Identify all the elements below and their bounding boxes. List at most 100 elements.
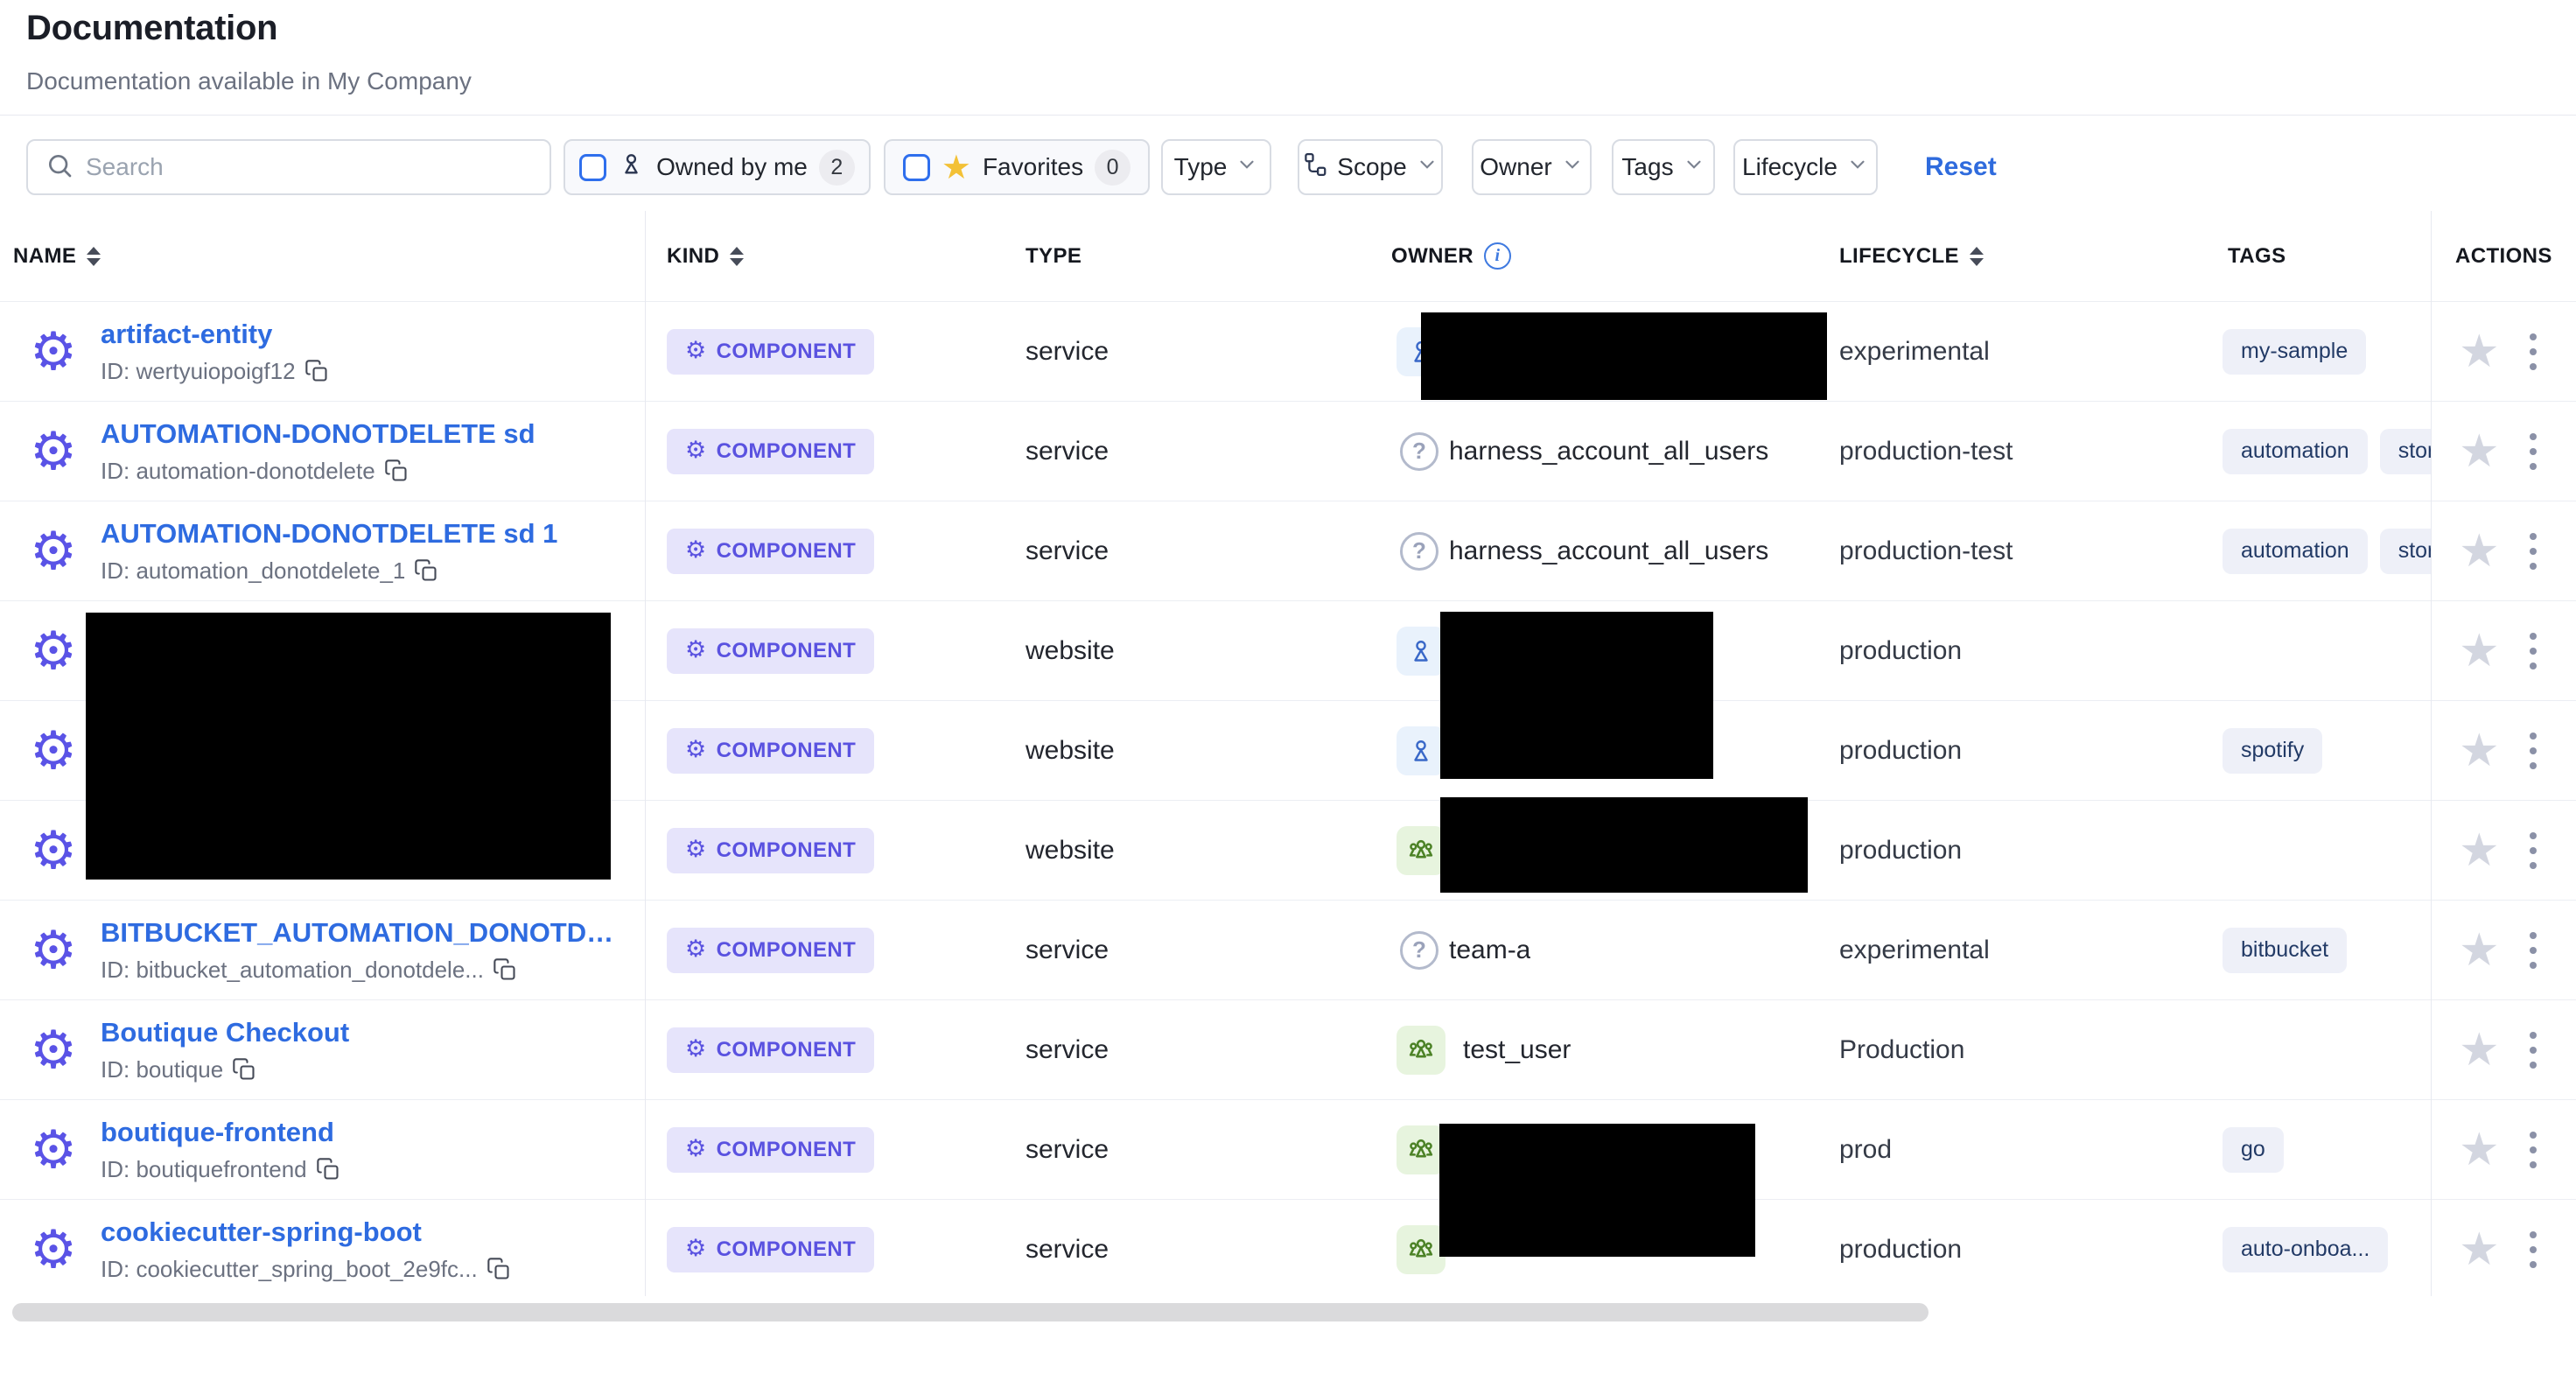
kebab-menu-icon[interactable] xyxy=(2524,428,2542,475)
redaction-block xyxy=(1440,797,1808,893)
entity-name-link[interactable]: BITBUCKET_AUTOMATION_DONOTDELE... xyxy=(101,917,626,949)
entity-name-link[interactable]: AUTOMATION-DONOTDELETE sd 1 xyxy=(101,518,557,550)
kebab-menu-icon[interactable] xyxy=(2524,528,2542,575)
type-value: website xyxy=(1026,836,1115,866)
favorite-star-icon[interactable] xyxy=(2459,628,2500,674)
type-value: service xyxy=(1026,1135,1109,1165)
favorites-filter[interactable]: Favorites 0 xyxy=(884,139,1150,195)
copy-icon[interactable] xyxy=(414,558,438,583)
type-value: service xyxy=(1026,536,1109,566)
kind-label: COMPONENT xyxy=(717,838,857,863)
owner-filter[interactable]: Owner xyxy=(1472,139,1592,195)
lifecycle-value: prod xyxy=(1839,1135,1892,1165)
type-value: service xyxy=(1026,1035,1109,1065)
kebab-menu-icon[interactable] xyxy=(2524,1027,2542,1074)
horizontal-scrollbar[interactable] xyxy=(12,1303,1928,1321)
favorite-star-icon[interactable] xyxy=(2459,329,2500,375)
favorite-star-icon[interactable] xyxy=(2459,1127,2500,1173)
tag-chip: spotify xyxy=(2222,728,2322,774)
column-header-lifecycle[interactable]: LIFECYCLE xyxy=(1829,211,2205,301)
entity-name-link[interactable]: Boutique Checkout xyxy=(101,1017,349,1048)
copy-icon[interactable] xyxy=(486,1257,511,1281)
search-box[interactable] xyxy=(26,139,551,195)
favorites-label: Favorites xyxy=(983,153,1083,181)
owned-by-me-count: 2 xyxy=(819,150,855,186)
favorite-star-icon[interactable] xyxy=(2459,928,2500,973)
favorite-star-icon[interactable] xyxy=(2459,828,2500,873)
entity-name-link[interactable]: boutique-frontend xyxy=(101,1117,340,1148)
type-filter[interactable]: Type xyxy=(1161,139,1271,195)
column-header-kind[interactable]: KIND xyxy=(645,211,1018,301)
sort-icon[interactable] xyxy=(1970,247,1984,266)
kebab-menu-icon[interactable] xyxy=(2524,627,2542,675)
kind-chip: COMPONENT xyxy=(667,329,874,375)
header-divider xyxy=(0,115,2576,116)
gear-icon xyxy=(685,838,707,863)
component-gear-icon xyxy=(29,926,78,975)
entity-name-link[interactable]: AUTOMATION-DONOTDELETE sd xyxy=(101,418,536,450)
redaction-block xyxy=(1421,312,1827,400)
scope-filter[interactable]: Scope xyxy=(1298,139,1443,195)
copy-icon[interactable] xyxy=(316,1157,340,1181)
kebab-menu-icon[interactable] xyxy=(2524,927,2542,974)
kind-chip: COMPONENT xyxy=(667,928,874,973)
owner-filter-label: Owner xyxy=(1480,153,1551,181)
table-row: boutique-frontend ID: boutiquefrontend C… xyxy=(0,1100,2576,1200)
reset-button[interactable]: Reset xyxy=(1925,139,1997,195)
search-icon xyxy=(46,151,74,184)
copy-icon[interactable] xyxy=(384,459,409,483)
kebab-menu-icon[interactable] xyxy=(2524,1226,2542,1273)
kind-chip: COMPONENT xyxy=(667,828,874,873)
entity-name-link[interactable]: cookiecutter-spring-boot xyxy=(101,1216,511,1248)
favorite-star-icon[interactable] xyxy=(2459,529,2500,574)
kind-label: COMPONENT xyxy=(717,340,857,364)
favorite-star-icon[interactable] xyxy=(2459,728,2500,774)
user-icon xyxy=(618,151,645,184)
favorites-checkbox[interactable] xyxy=(903,154,930,181)
component-gear-icon xyxy=(29,1125,78,1174)
kind-label: COMPONENT xyxy=(717,1138,857,1162)
type-value: website xyxy=(1026,636,1115,666)
component-gear-icon xyxy=(29,427,78,476)
lifecycle-filter-label: Lifecycle xyxy=(1742,153,1838,181)
owner-name: test_user xyxy=(1463,1035,1571,1065)
kebab-menu-icon[interactable] xyxy=(2524,1126,2542,1174)
page-subtitle: Documentation available in My Company xyxy=(26,67,472,95)
sort-icon[interactable] xyxy=(730,247,744,266)
kebab-menu-icon[interactable] xyxy=(2524,827,2542,874)
column-header-actions: ACTIONS xyxy=(2431,211,2576,301)
chevron-down-icon xyxy=(1416,153,1438,182)
copy-icon[interactable] xyxy=(232,1057,256,1082)
column-header-name[interactable]: NAME xyxy=(0,211,645,301)
kebab-menu-icon[interactable] xyxy=(2524,328,2542,375)
kind-chip: COMPONENT xyxy=(667,1027,874,1073)
info-icon[interactable] xyxy=(1484,242,1511,270)
lifecycle-value: production xyxy=(1839,636,1962,666)
copy-icon[interactable] xyxy=(493,957,517,982)
favorite-star-icon[interactable] xyxy=(2459,1227,2500,1272)
kind-label: COMPONENT xyxy=(717,539,857,564)
tags-filter[interactable]: Tags xyxy=(1612,139,1715,195)
lifecycle-value: production-test xyxy=(1839,536,2012,566)
favorite-star-icon[interactable] xyxy=(2459,1027,2500,1073)
scope-filter-label: Scope xyxy=(1337,153,1406,181)
gear-icon xyxy=(685,1137,707,1162)
entity-id: ID: automation_donotdelete_1 xyxy=(101,557,405,585)
favorites-count: 0 xyxy=(1095,150,1130,186)
entity-name-link[interactable]: artifact-entity xyxy=(101,319,329,350)
lifecycle-filter[interactable]: Lifecycle xyxy=(1733,139,1878,195)
kebab-menu-icon[interactable] xyxy=(2524,727,2542,775)
tag-chip: go xyxy=(2222,1127,2284,1173)
lifecycle-value: production-test xyxy=(1839,437,2012,466)
gear-icon xyxy=(685,1237,707,1262)
component-gear-icon xyxy=(29,1225,78,1274)
search-input[interactable] xyxy=(86,153,532,181)
documentation-page: Documentation Documentation available in… xyxy=(0,0,2576,1388)
page-title: Documentation xyxy=(26,9,472,48)
entity-id: ID: cookiecutter_spring_boot_2e9fc... xyxy=(101,1256,478,1283)
owned-by-me-checkbox[interactable] xyxy=(579,154,606,181)
copy-icon[interactable] xyxy=(304,359,329,383)
sort-icon[interactable] xyxy=(87,247,101,266)
favorite-star-icon[interactable] xyxy=(2459,429,2500,474)
owned-by-me-filter[interactable]: Owned by me 2 xyxy=(564,139,871,195)
